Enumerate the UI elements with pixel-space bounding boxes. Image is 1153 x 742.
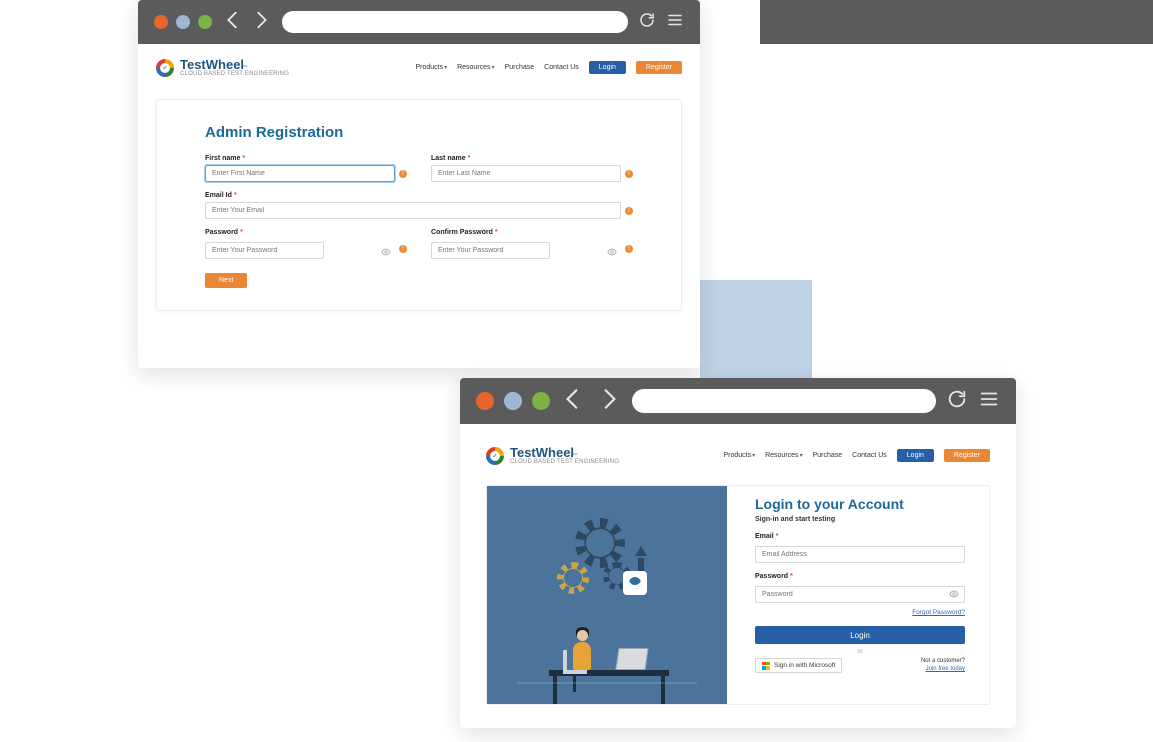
traffic-lights bbox=[476, 392, 550, 410]
eye-icon[interactable] bbox=[381, 244, 391, 254]
next-button[interactable]: Next bbox=[205, 273, 247, 288]
top-nav: Products▾ Resources▾ Purchase Contact Us… bbox=[723, 449, 990, 462]
register-button[interactable]: Register bbox=[636, 61, 682, 74]
brand-logo[interactable]: TestWheel™ CLOUD BASED TEST ENGINEERING bbox=[156, 58, 289, 77]
brand-name: TestWheel bbox=[510, 445, 574, 460]
login-button[interactable]: Login bbox=[589, 61, 626, 74]
info-icon[interactable]: ! bbox=[625, 170, 633, 178]
register-button[interactable]: Register bbox=[944, 449, 990, 462]
top-nav: Products▾ Resources▾ Purchase Contact Us… bbox=[415, 61, 682, 74]
microsoft-signin-button[interactable]: Sign in with Microsoft bbox=[755, 658, 842, 673]
nav-products[interactable]: Products▾ bbox=[723, 452, 755, 459]
avatar-icon bbox=[623, 571, 647, 595]
traffic-close-icon[interactable] bbox=[154, 15, 168, 29]
confirm-password-label: Confirm Password* bbox=[431, 229, 633, 236]
login-password-input[interactable] bbox=[755, 586, 965, 603]
traffic-lights bbox=[154, 15, 212, 29]
brand-tagline: CLOUD BASED TEST ENGINEERING bbox=[180, 71, 289, 77]
not-customer-block: Not a customer? Join free today bbox=[921, 658, 965, 674]
nav-purchase[interactable]: Purchase bbox=[505, 64, 535, 71]
refresh-icon[interactable] bbox=[946, 388, 968, 415]
join-free-link[interactable]: Join free today bbox=[926, 666, 965, 672]
registration-title: Admin Registration bbox=[205, 124, 633, 141]
brand-tagline: CLOUD BASED TEST ENGINEERING bbox=[510, 459, 619, 465]
chevron-down-icon: ▾ bbox=[800, 453, 803, 459]
forward-icon[interactable] bbox=[250, 9, 272, 36]
login-password-label: Password* bbox=[755, 573, 965, 580]
browser-chrome bbox=[460, 378, 1016, 424]
eye-icon[interactable] bbox=[949, 586, 959, 596]
chevron-down-icon: ▾ bbox=[492, 65, 495, 71]
chevron-down-icon: ▾ bbox=[444, 65, 447, 71]
nav-purchase[interactable]: Purchase bbox=[813, 452, 843, 459]
login-submit-button[interactable]: Login bbox=[755, 626, 965, 644]
ground-line bbox=[517, 682, 697, 684]
login-illustration bbox=[487, 486, 727, 704]
back-icon[interactable] bbox=[222, 9, 244, 36]
browser-window-registration: TestWheel™ CLOUD BASED TEST ENGINEERING … bbox=[138, 0, 700, 368]
logo-mark-icon bbox=[486, 447, 504, 465]
login-title: Login to your Account bbox=[755, 496, 965, 512]
url-bar[interactable] bbox=[282, 11, 628, 33]
traffic-close-icon[interactable] bbox=[476, 392, 494, 410]
first-name-input[interactable] bbox=[205, 165, 395, 182]
or-divider: or bbox=[755, 649, 965, 655]
info-icon[interactable]: ! bbox=[399, 245, 407, 253]
first-name-label: First name* bbox=[205, 155, 407, 162]
confirm-password-input[interactable] bbox=[431, 242, 550, 259]
browser-chrome bbox=[138, 0, 700, 44]
password-input[interactable] bbox=[205, 242, 324, 259]
nav-contact[interactable]: Contact Us bbox=[852, 452, 887, 459]
logo-mark-icon bbox=[156, 59, 174, 77]
traffic-minimize-icon[interactable] bbox=[504, 392, 522, 410]
nav-resources[interactable]: Resources▾ bbox=[457, 64, 494, 71]
hamburger-menu-icon[interactable] bbox=[978, 388, 1000, 415]
info-icon[interactable]: ! bbox=[399, 170, 407, 178]
browser-window-login: TestWheel™ CLOUD BASED TEST ENGINEERING … bbox=[460, 378, 1016, 728]
last-name-label: Last name* bbox=[431, 155, 633, 162]
login-email-input[interactable] bbox=[755, 546, 965, 563]
login-card: Login to your Account Sign-in and start … bbox=[486, 485, 990, 705]
nav-resources[interactable]: Resources▾ bbox=[765, 452, 802, 459]
microsoft-signin-label: Sign in with Microsoft bbox=[774, 662, 835, 669]
login-email-label: Email* bbox=[755, 533, 965, 540]
email-label: Email Id* bbox=[205, 192, 633, 199]
site-header: TestWheel™ CLOUD BASED TEST ENGINEERING … bbox=[156, 54, 682, 83]
login-form: Login to your Account Sign-in and start … bbox=[755, 486, 989, 704]
back-icon[interactable] bbox=[560, 386, 586, 417]
gear-icon bbox=[575, 518, 625, 568]
laptop-illustration bbox=[615, 648, 648, 670]
refresh-icon[interactable] bbox=[638, 11, 656, 34]
site-header: TestWheel™ CLOUD BASED TEST ENGINEERING … bbox=[486, 442, 990, 471]
registration-card: Admin Registration First name* ! Last na… bbox=[156, 99, 682, 311]
info-icon[interactable]: ! bbox=[625, 245, 633, 253]
info-icon[interactable]: ! bbox=[625, 207, 633, 215]
nav-products[interactable]: Products▾ bbox=[415, 64, 447, 71]
last-name-input[interactable] bbox=[431, 165, 621, 182]
gear-icon bbox=[557, 562, 589, 594]
traffic-maximize-icon[interactable] bbox=[198, 15, 212, 29]
nav-contact[interactable]: Contact Us bbox=[544, 64, 579, 71]
not-customer-text: Not a customer? bbox=[921, 658, 965, 666]
background-dark-band bbox=[760, 0, 1153, 44]
brand-logo[interactable]: TestWheel™ CLOUD BASED TEST ENGINEERING bbox=[486, 446, 619, 465]
chair-illustration bbox=[563, 658, 587, 692]
traffic-maximize-icon[interactable] bbox=[532, 392, 550, 410]
url-bar[interactable] bbox=[632, 389, 936, 413]
password-label: Password* bbox=[205, 229, 407, 236]
eye-icon[interactable] bbox=[607, 244, 617, 254]
login-button[interactable]: Login bbox=[897, 449, 934, 462]
page-content: TestWheel™ CLOUD BASED TEST ENGINEERING … bbox=[138, 44, 700, 321]
background-blue-rect bbox=[700, 280, 812, 380]
login-subtitle: Sign-in and start testing bbox=[755, 516, 965, 523]
traffic-minimize-icon[interactable] bbox=[176, 15, 190, 29]
hamburger-menu-icon[interactable] bbox=[666, 11, 684, 34]
forward-icon[interactable] bbox=[596, 386, 622, 417]
microsoft-icon bbox=[762, 662, 770, 670]
brand-name: TestWheel bbox=[180, 57, 244, 72]
page-content: TestWheel™ CLOUD BASED TEST ENGINEERING … bbox=[460, 424, 1016, 715]
email-input[interactable] bbox=[205, 202, 621, 219]
chevron-down-icon: ▾ bbox=[752, 453, 755, 459]
